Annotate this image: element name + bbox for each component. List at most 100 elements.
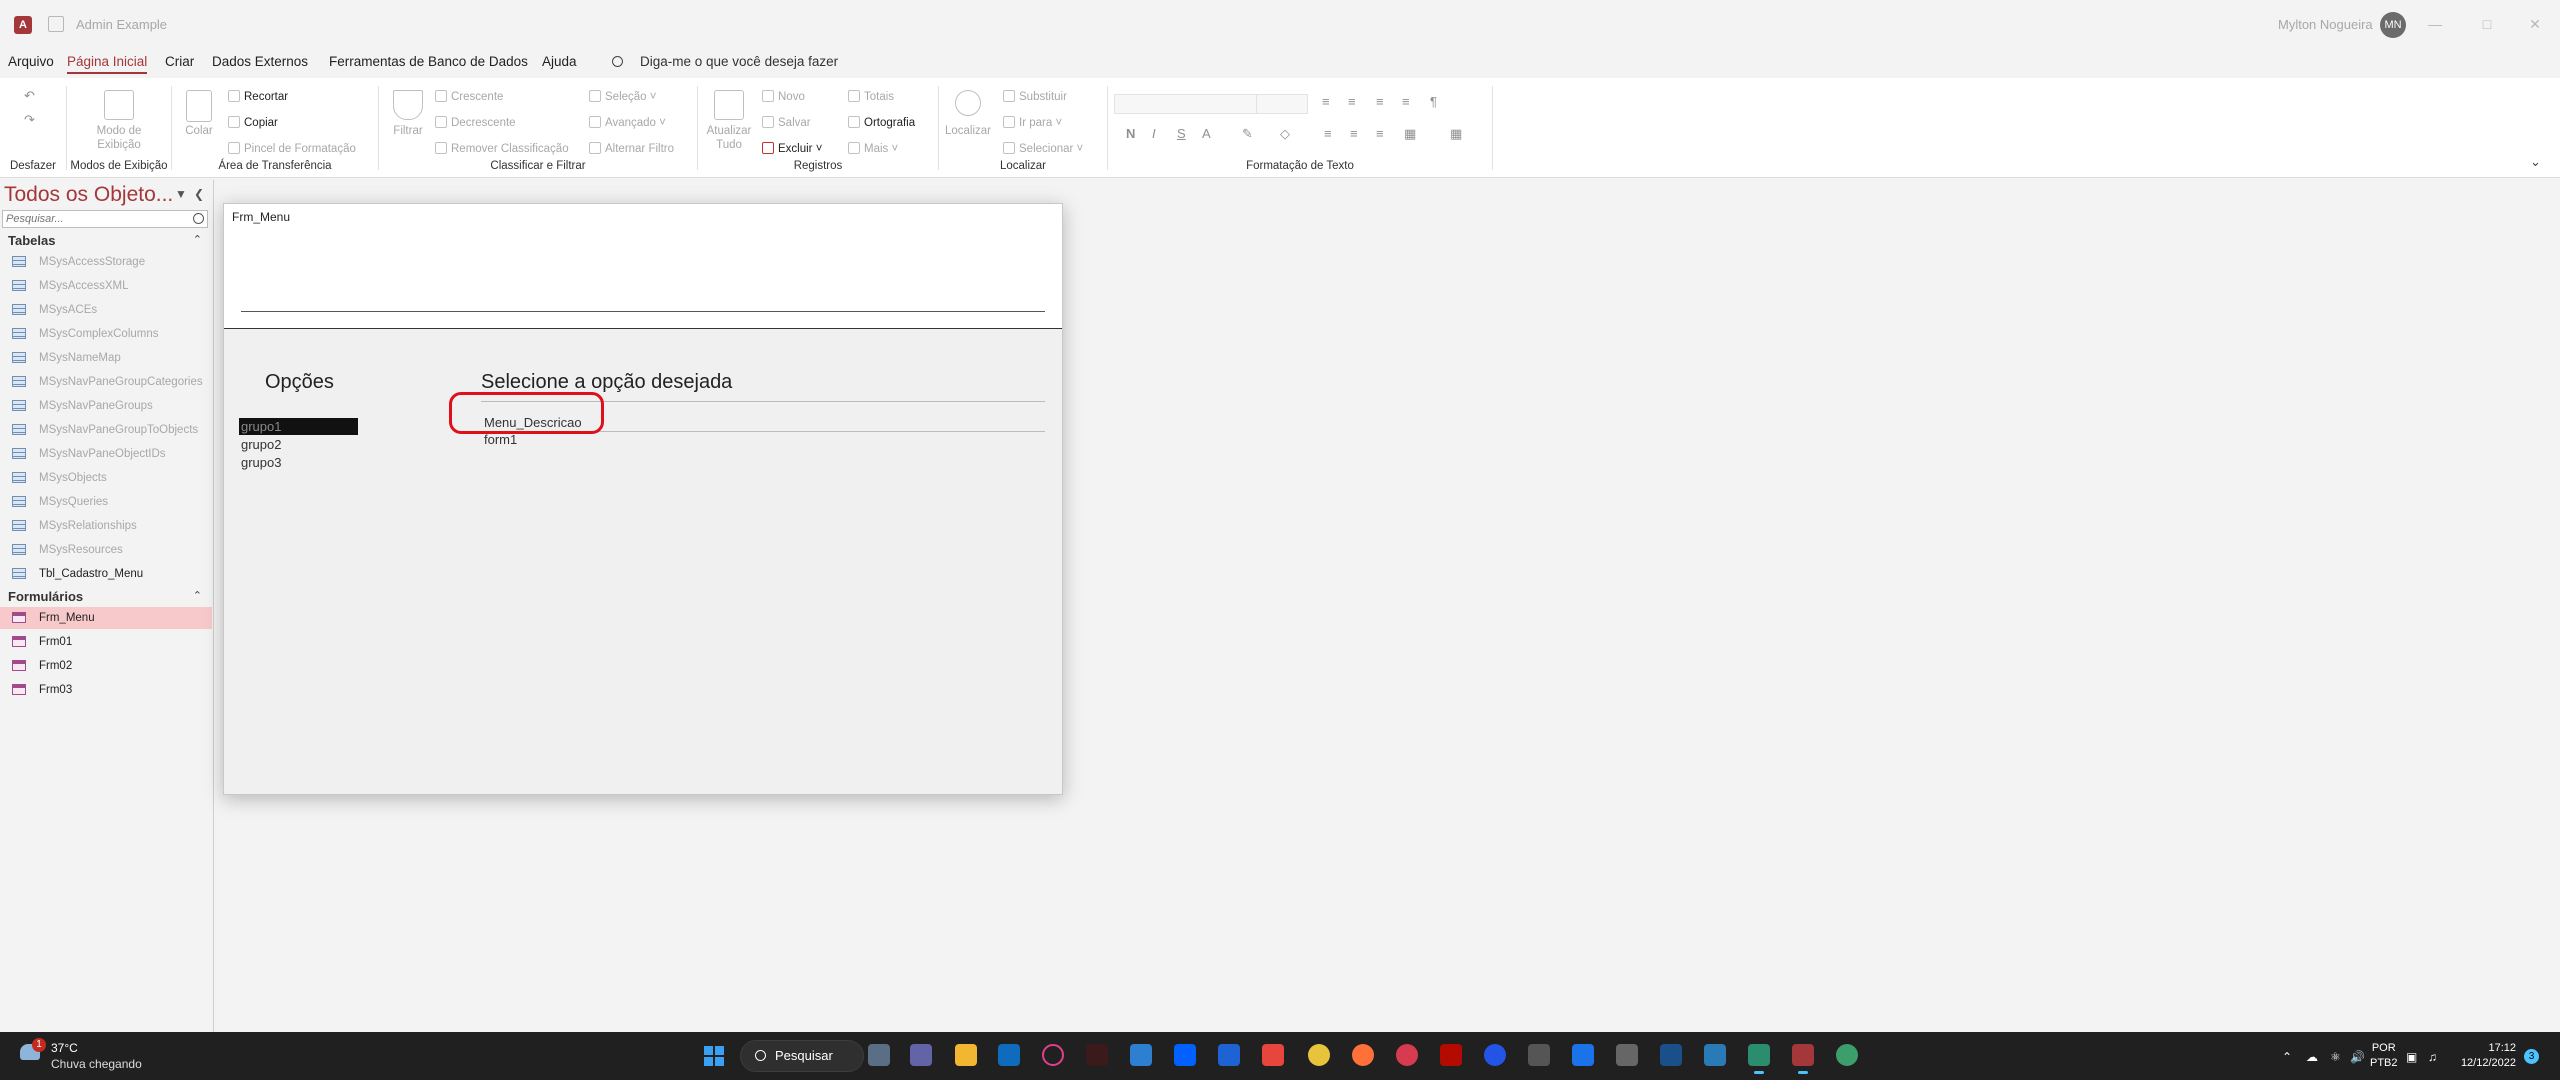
user-avatar[interactable]: MN (2380, 12, 2406, 38)
firefox-icon[interactable] (1352, 1044, 1374, 1066)
underline-button[interactable]: S (1177, 126, 1186, 141)
paste-icon[interactable] (186, 90, 212, 122)
nav-item-table[interactable]: MSysObjects (0, 467, 212, 489)
group-list-item[interactable]: grupo2 (239, 436, 358, 453)
clipboard-app-icon[interactable] (1130, 1044, 1152, 1066)
save-icon[interactable] (48, 16, 64, 32)
nav-menu-icon[interactable]: ▼ (174, 188, 188, 202)
p-app-icon[interactable] (1572, 1044, 1594, 1066)
nav-item-table[interactable]: MSysResources (0, 539, 212, 561)
task-view-icon[interactable] (868, 1044, 890, 1066)
nav-item-form[interactable]: Frm02 (0, 655, 212, 677)
italic-button[interactable]: I (1152, 126, 1156, 141)
paste-button[interactable]: Colar (184, 124, 214, 138)
nav-item-table[interactable]: MSysNameMap (0, 347, 212, 369)
format-painter-button[interactable]: Pincel de Formatação (228, 142, 356, 155)
tab-ferramentas[interactable]: Ferramentas de Banco de Dados (329, 54, 528, 69)
user-name[interactable]: Mylton Nogueira (2278, 17, 2373, 32)
tray-chevron-icon[interactable]: ⌃ (2282, 1050, 2292, 1064)
file-explorer-icon[interactable] (955, 1044, 977, 1066)
group-list-item[interactable]: grupo3 (239, 454, 358, 471)
language-indicator[interactable]: POR PTB2 (2370, 1041, 2398, 1071)
numbering-icon[interactable]: ≡ (1348, 94, 1356, 109)
view-mode-icon[interactable] (104, 90, 134, 120)
alternate-row-icon[interactable]: ▦ (1404, 126, 1416, 142)
highlight-icon[interactable]: ✎ (1242, 126, 1253, 142)
align-right-icon[interactable]: ≡ (1376, 126, 1384, 141)
decrease-indent-icon[interactable]: ≡ (1376, 94, 1384, 109)
fill-color-icon[interactable]: ◇ (1280, 126, 1290, 142)
align-center-icon[interactable]: ≡ (1350, 126, 1358, 141)
bold-button[interactable]: N (1126, 126, 1135, 141)
tab-criar[interactable]: Criar (165, 54, 194, 69)
timer-app-icon[interactable] (1042, 1044, 1064, 1066)
windows-start-icon[interactable] (704, 1046, 724, 1066)
font-size-select[interactable] (1256, 94, 1308, 114)
weather-temperature[interactable]: 37°C (51, 1041, 78, 1055)
chrome-icon[interactable] (1308, 1044, 1330, 1066)
search-icon[interactable] (193, 213, 204, 224)
refresh-icon[interactable] (714, 90, 744, 120)
monitor-app-icon[interactable] (1660, 1044, 1682, 1066)
paragraph-direction-icon[interactable]: ¶ (1430, 94, 1437, 109)
delete-record-button[interactable]: Excluir ˅ (762, 142, 822, 155)
image-app-icon[interactable] (1528, 1044, 1550, 1066)
nav-item-table[interactable]: MSysNavPaneGroupCategories (0, 371, 212, 393)
section-tables-header[interactable]: Tabelas ⌃ (0, 230, 212, 250)
save-record-button[interactable]: Salvar (762, 116, 811, 129)
refresh-all-button[interactable]: Atualizar Tudo (698, 124, 760, 152)
restore-icon[interactable]: □ (2464, 10, 2510, 38)
notepad-icon[interactable] (1748, 1044, 1770, 1074)
tab-dados-externos[interactable]: Dados Externos (212, 54, 308, 69)
collapse-chevron-icon[interactable]: ⌃ (193, 589, 202, 602)
section-forms-header[interactable]: Formulários ⌃ (0, 586, 212, 606)
ga-app-icon[interactable] (1086, 1044, 1108, 1066)
onedrive-icon[interactable]: ☁ (2306, 1050, 2318, 1064)
nav-item-table[interactable]: MSysNavPaneGroupToObjects (0, 419, 212, 441)
access-taskbar-icon[interactable] (1792, 1044, 1814, 1074)
more-button[interactable]: Mais ˅ (848, 142, 898, 155)
increase-indent-icon[interactable]: ≡ (1402, 94, 1410, 109)
select-button[interactable]: Selecionar ˅ (1003, 142, 1083, 155)
redo-icon[interactable]: ↷ (24, 112, 35, 128)
minimize-icon[interactable]: — (2412, 10, 2458, 38)
nav-item-table[interactable]: MSysRelationships (0, 515, 212, 537)
volume-icon[interactable]: 🔊 (2350, 1050, 2365, 1064)
outlook-icon[interactable] (998, 1044, 1020, 1066)
nav-item-form[interactable]: Frm01 (0, 631, 212, 653)
access-app-icon[interactable]: A (14, 16, 32, 34)
weather-condition[interactable]: Chuva chegando (51, 1057, 142, 1071)
find-button[interactable]: Localizar (939, 124, 997, 138)
font-color-icon[interactable]: A (1202, 126, 1211, 141)
undo-icon[interactable]: ↶ (24, 88, 35, 104)
nav-item-form[interactable]: Frm03 (0, 679, 212, 701)
goto-button[interactable]: Ir para ˅ (1003, 116, 1062, 129)
record-app-icon[interactable] (1396, 1044, 1418, 1066)
nav-pane-title[interactable]: Todos os Objeto... (4, 183, 173, 207)
menu-list-item[interactable]: form1 (484, 432, 517, 447)
globe-app-icon[interactable] (1836, 1044, 1858, 1066)
tab-pagina-inicial[interactable]: Página Inicial (67, 54, 148, 74)
nav-item-table[interactable]: Tbl_Cadastro_Menu (0, 563, 212, 585)
collapse-chevron-icon[interactable]: ⌃ (193, 233, 202, 246)
m-app-icon[interactable] (1218, 1044, 1240, 1066)
nav-item-table[interactable]: MSysNavPaneGroups (0, 395, 212, 417)
close-icon[interactable]: ✕ (2512, 10, 2558, 38)
nav-search-input[interactable] (2, 210, 208, 228)
plus-app-icon[interactable] (1484, 1044, 1506, 1066)
align-left-icon[interactable]: ≡ (1324, 126, 1332, 141)
teams-icon[interactable] (910, 1044, 932, 1066)
toggle-filter-button[interactable]: Alternar Filtro (589, 142, 674, 155)
tray-app-icon[interactable]: ⚛ (2330, 1050, 2341, 1064)
spelling-button[interactable]: Ortografia (848, 116, 915, 129)
clock[interactable]: 17:12 12/12/2022 (2456, 1041, 2516, 1071)
selection-button[interactable]: Seleção ˅ (589, 90, 656, 103)
speaker-icon[interactable]: ♫ (2428, 1050, 2437, 1064)
arrow-app-icon[interactable] (1704, 1044, 1726, 1066)
advanced-button[interactable]: Avançado ˅ (589, 116, 666, 129)
nav-collapse-icon[interactable]: ❮ (192, 188, 206, 202)
filter-button[interactable]: Filtrar (385, 124, 431, 138)
nav-item-table[interactable]: MSysAccessStorage (0, 251, 212, 273)
tab-arquivo[interactable]: Arquivo (8, 54, 54, 69)
display-icon[interactable]: ▣ (2406, 1050, 2417, 1064)
